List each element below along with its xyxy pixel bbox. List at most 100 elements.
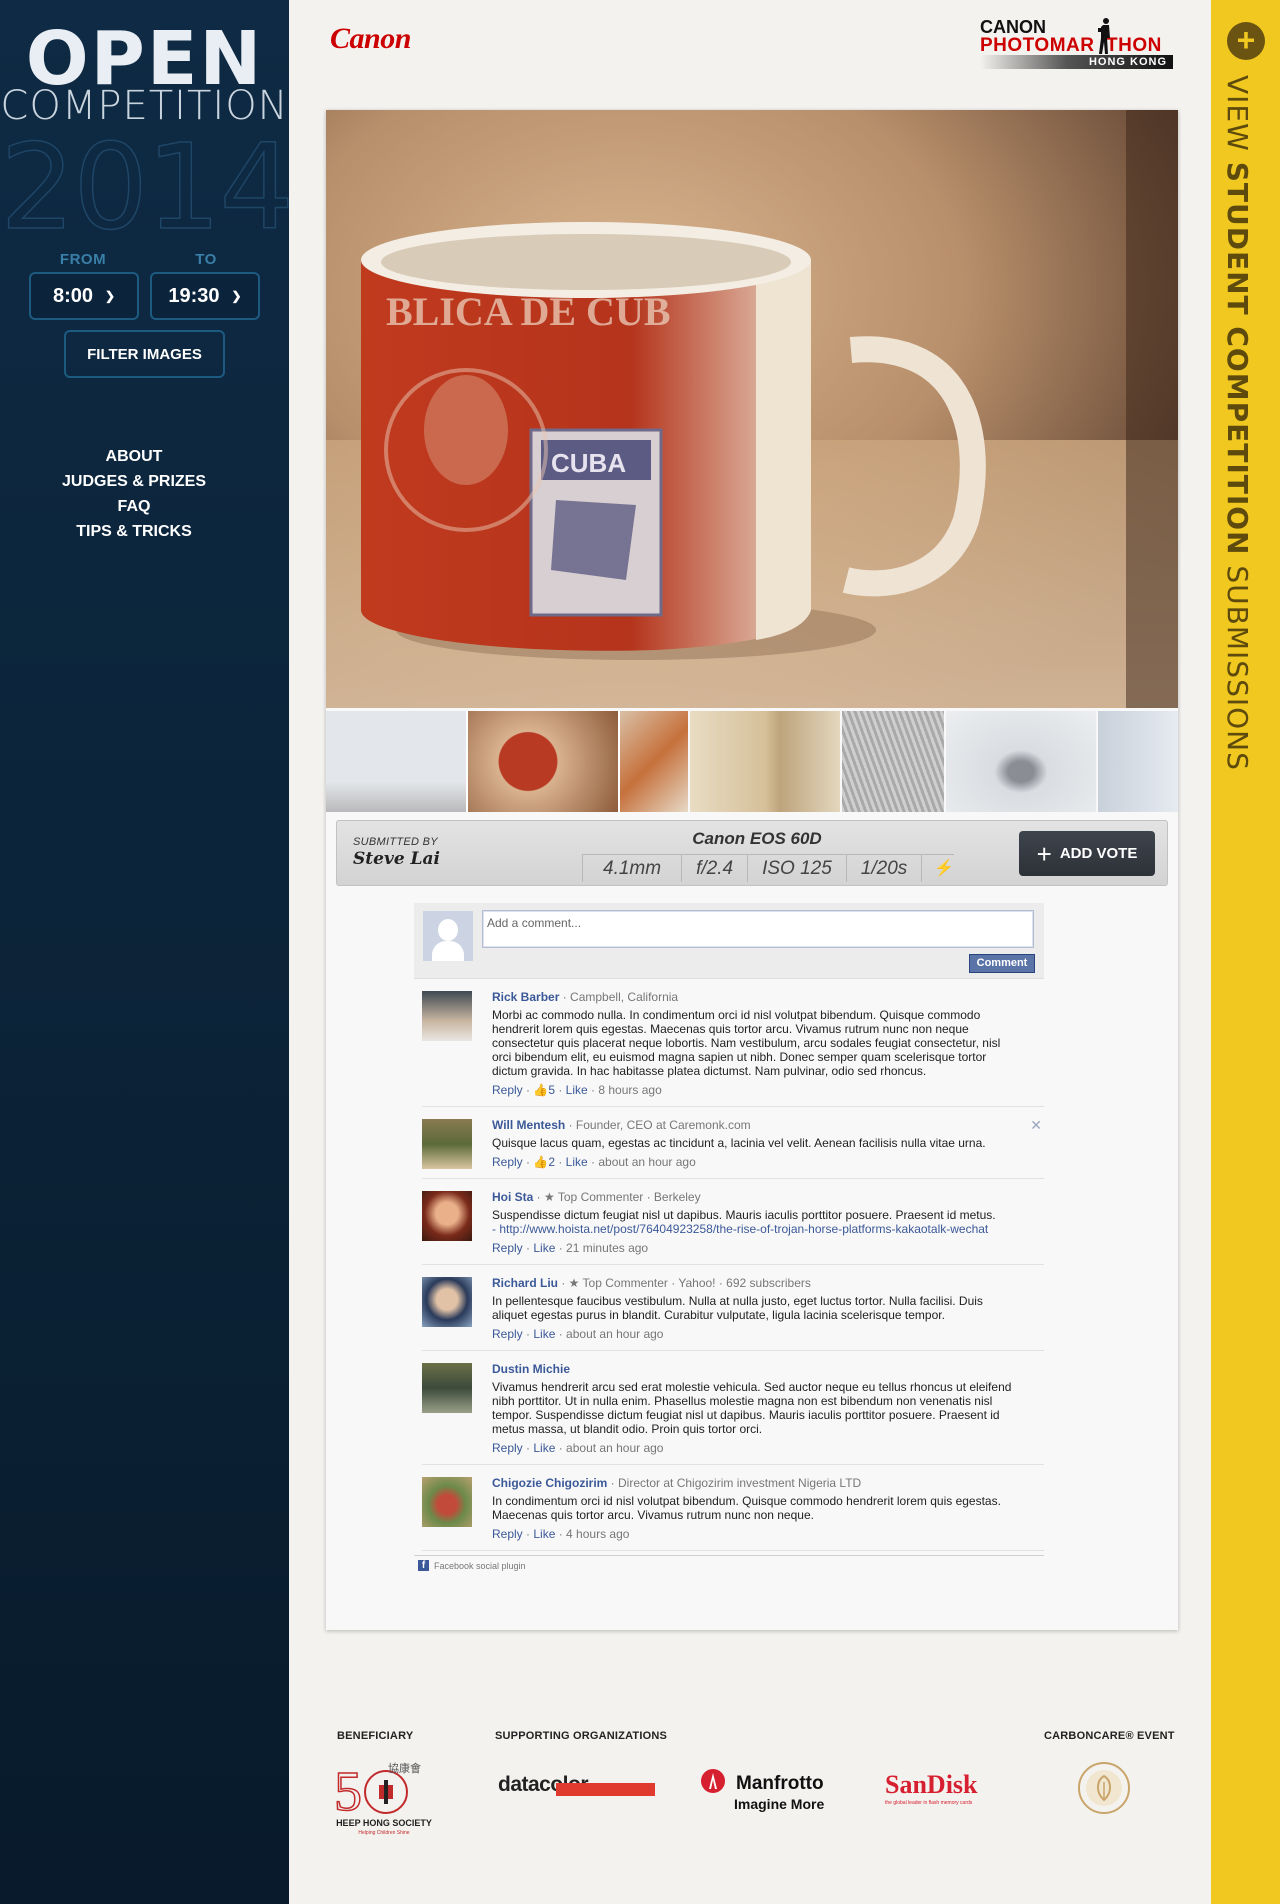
facebook-icon: f xyxy=(418,1560,429,1571)
thumbs-up-icon: 👍 xyxy=(533,1083,549,1097)
avatar[interactable] xyxy=(422,1191,472,1241)
separator: · xyxy=(522,1327,534,1341)
like-count: 2 xyxy=(548,1155,555,1169)
separator: · xyxy=(522,1083,534,1097)
title-year: 2014 xyxy=(0,118,295,256)
sandisk-logo[interactable]: SanDisk xyxy=(885,1770,978,1800)
view-student-submissions-link[interactable]: VIEW STUDENT COMPETITION SUBMISSIONS xyxy=(1221,75,1254,771)
filter-images-button[interactable]: FILTER IMAGES xyxy=(64,330,225,378)
manfrotto-icon xyxy=(701,1769,725,1793)
commenter-name[interactable]: Hoi Sta xyxy=(492,1190,533,1204)
separator: · xyxy=(555,1327,567,1341)
comment-time: 4 hours ago xyxy=(566,1527,630,1541)
pm-logo-line3: HONG KONG xyxy=(980,55,1173,69)
plus-icon: + xyxy=(1036,838,1052,869)
nav-faq[interactable]: FAQ xyxy=(0,494,268,519)
to-time-select[interactable]: 19:30 ❯ xyxy=(150,272,260,320)
comment-time: about an hour ago xyxy=(598,1155,696,1169)
comment-item: Dustin Michie Vivamus hendrerit arcu sed… xyxy=(422,1351,1044,1465)
commenter-name[interactable]: Dustin Michie xyxy=(492,1362,570,1376)
commenter-name[interactable]: Rick Barber xyxy=(492,990,559,1004)
mug-photo: CUBA BLICA DE CUB xyxy=(326,110,1178,708)
svg-text:BLICA DE CUB: BLICA DE CUB xyxy=(386,289,671,334)
comment-time: about an hour ago xyxy=(566,1441,664,1455)
separator: · xyxy=(587,1155,599,1169)
like-link[interactable]: Like xyxy=(566,1083,588,1097)
submitter-name: Steve Lai xyxy=(353,849,440,869)
main-photo[interactable]: CUBA BLICA DE CUB xyxy=(326,110,1178,708)
reply-link[interactable]: Reply xyxy=(492,1155,523,1169)
heep-hong-society-logo[interactable]: 5 協康會 HEEP HONG SOCIETY Helping Children… xyxy=(333,1760,434,1838)
comment-link[interactable]: - http://www.hoista.net/post/76404923258… xyxy=(492,1222,988,1236)
main-panel: CUBA BLICA DE CUB SUBMITTED BY Steve Lai… xyxy=(326,110,1178,1630)
camera-model: Canon EOS 60D xyxy=(692,829,822,848)
thumbnail[interactable] xyxy=(946,711,1096,812)
thumbnail[interactable] xyxy=(690,711,840,812)
reply-link[interactable]: Reply xyxy=(492,1083,523,1097)
avatar[interactable] xyxy=(422,1277,472,1327)
commenter-meta: · Director at Chigozirim investment Nige… xyxy=(607,1476,862,1490)
comment-body: Suspendisse dictum feugiat nisl ut dapib… xyxy=(492,1208,996,1222)
thumbnail[interactable] xyxy=(620,711,688,812)
avatar[interactable] xyxy=(422,1363,472,1413)
nav-judges-prizes[interactable]: JUDGES & PRIZES xyxy=(0,469,268,494)
thumbs-up-icon: 👍 xyxy=(533,1155,549,1169)
canon-logo[interactable]: Canon xyxy=(330,22,411,56)
commenter-name[interactable]: Chigozie Chigozirim xyxy=(492,1476,607,1490)
reply-link[interactable]: Reply xyxy=(492,1441,523,1455)
chevron-down-icon: ❯ xyxy=(231,289,242,303)
svg-text:CUBA: CUBA xyxy=(551,448,626,478)
commenter-meta: · Campbell, California xyxy=(559,990,679,1004)
comment-item: Chigozie Chigozirim · Director at Chigoz… xyxy=(422,1465,1044,1551)
plus-circle-icon[interactable]: + xyxy=(1227,22,1265,60)
thumbnail[interactable] xyxy=(326,711,466,812)
carboncare-emblem xyxy=(1078,1762,1130,1814)
like-link[interactable]: Like xyxy=(533,1527,555,1541)
sidebar: OPEN COMPETITION 2014 FROM TO 8:00 ❯ 19:… xyxy=(0,0,295,1904)
comment-time: 21 minutes ago xyxy=(566,1241,649,1255)
thumbnail-selected[interactable] xyxy=(466,711,620,812)
comment-text: In pellentesque faucibus vestibulum. Nul… xyxy=(492,1294,983,1322)
manfrotto-logo[interactable]: Manfrotto Imagine More xyxy=(700,1768,840,1816)
commenter-name[interactable]: Will Mentesh xyxy=(492,1118,565,1132)
iso: ISO 125 xyxy=(748,855,847,882)
like-link[interactable]: Like xyxy=(533,1441,555,1455)
like-link[interactable]: Like xyxy=(566,1155,588,1169)
carboncare-label: CARBONCARE® EVENT xyxy=(1044,1730,1175,1742)
reply-link[interactable]: Reply xyxy=(492,1327,523,1341)
like-count: 5 xyxy=(548,1083,555,1097)
flash-icon: ⚡ xyxy=(934,860,955,877)
separator: · xyxy=(522,1241,534,1255)
chevron-down-icon: ❯ xyxy=(104,289,116,303)
comment-button[interactable]: Comment xyxy=(969,954,1035,973)
facebook-social-plugin[interactable]: f Facebook social plugin xyxy=(414,1555,1044,1571)
separator: · xyxy=(555,1083,566,1097)
avatar[interactable] xyxy=(422,1477,472,1527)
comment-item: Rick Barber · Campbell, California Morbi… xyxy=(422,979,1044,1107)
avatar[interactable] xyxy=(422,1119,472,1169)
carboncare-logo[interactable] xyxy=(1073,1760,1135,1816)
from-time-value: 8:00 xyxy=(52,284,93,307)
add-comment-box: Add a comment... Comment xyxy=(414,903,1044,979)
nav-tips-tricks[interactable]: TIPS & TRICKS xyxy=(0,519,268,544)
avatar[interactable] xyxy=(422,991,472,1041)
like-link[interactable]: Like xyxy=(533,1241,555,1255)
comment-item: ✕ Will Mentesh · Founder, CEO at Caremon… xyxy=(422,1107,1044,1179)
separator: · xyxy=(587,1083,599,1097)
nav-about[interactable]: ABOUT xyxy=(0,444,268,469)
thumbnail[interactable] xyxy=(1098,711,1178,812)
from-label: FROM xyxy=(59,251,107,268)
photomarathon-logo[interactable]: CANON PHOTOMAR THON HONG KONG xyxy=(980,18,1173,70)
add-vote-button[interactable]: + ADD VOTE xyxy=(1019,831,1155,876)
like-link[interactable]: Like xyxy=(533,1327,555,1341)
reply-link[interactable]: Reply xyxy=(492,1527,523,1541)
comment-input[interactable]: Add a comment... xyxy=(482,910,1034,948)
student-competition-bar[interactable]: + VIEW STUDENT COMPETITION SUBMISSIONS xyxy=(1211,0,1280,1904)
close-icon[interactable]: ✕ xyxy=(1030,1117,1042,1134)
to-label: TO xyxy=(195,251,217,268)
from-time-select[interactable]: 8:00 ❯ xyxy=(29,272,139,320)
thumbnail[interactable] xyxy=(842,711,944,812)
reply-link[interactable]: Reply xyxy=(492,1241,523,1255)
comment-time: 8 hours ago xyxy=(598,1083,662,1097)
commenter-name[interactable]: Richard Liu xyxy=(492,1276,558,1290)
